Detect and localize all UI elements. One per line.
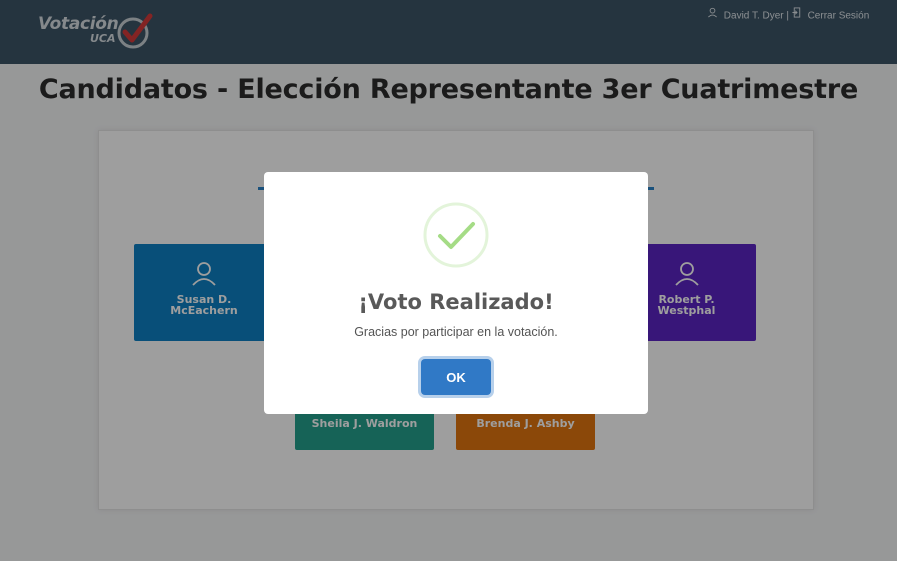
success-dialog: ¡Voto Realizado! Gracias por participar … [264, 172, 648, 414]
dialog-message: Gracias por participar en la votación. [354, 325, 558, 339]
dialog-title: ¡Voto Realizado! [358, 290, 554, 314]
success-check-icon [423, 202, 489, 268]
ok-button[interactable]: OK [421, 359, 491, 395]
